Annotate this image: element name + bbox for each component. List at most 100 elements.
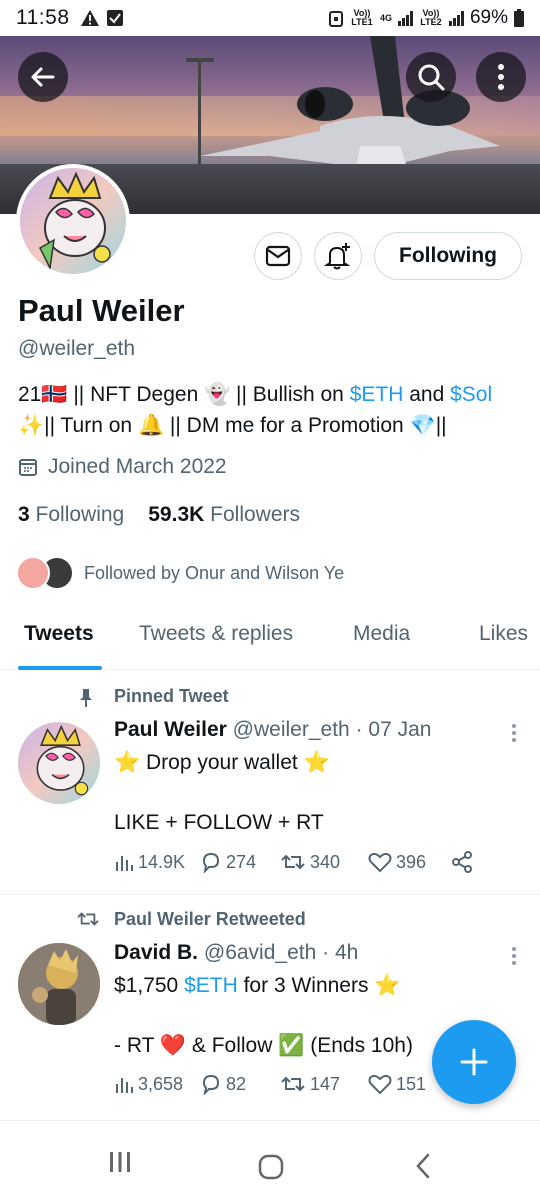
profile-bio: 21🇳🇴 || NFT Degen 👻 || Bullish on $ETH a… xyxy=(18,379,528,441)
views-button[interactable]: 14.9K xyxy=(114,852,200,873)
tweet-line: - RT ❤️ & Follow ✅ (Ends 10h) xyxy=(114,1034,413,1057)
join-date: Joined March 2022 xyxy=(18,455,227,479)
profile-name: Paul Weiler xyxy=(18,293,185,328)
tweet-line: ⭐ Drop your wallet ⭐ xyxy=(114,751,330,774)
sim1-label: Vo)) LTE1 xyxy=(351,8,373,27)
bio-cashtag-sol[interactable]: $Sol xyxy=(450,383,492,406)
following-count: 3 xyxy=(18,503,30,526)
retweet-icon xyxy=(281,854,305,870)
tweet-actions: 14.9K 274 340 396 xyxy=(114,850,474,874)
status-bar: 11:58 Vo)) LTE1 4G Vo)) LTE2 69% xyxy=(0,0,540,36)
tweet-time: · 07 Jan xyxy=(355,718,432,741)
retweet-count: 340 xyxy=(310,851,341,872)
tab-indicator xyxy=(18,666,102,670)
calendar-icon xyxy=(19,459,37,476)
compose-tweet-button[interactable] xyxy=(432,1020,516,1104)
message-button[interactable] xyxy=(254,232,302,280)
notifications-button[interactable] xyxy=(314,232,362,280)
retweet-count: 147 xyxy=(310,1073,341,1094)
recents-icon[interactable] xyxy=(108,1151,132,1173)
more-options-button[interactable] xyxy=(476,52,526,102)
tweet-line: LIKE + FOLLOW + RT xyxy=(114,811,324,834)
tab-tweets[interactable]: Tweets xyxy=(24,622,94,646)
home-icon[interactable] xyxy=(258,1154,284,1180)
share-icon xyxy=(452,851,472,873)
tweet-cashtag-eth[interactable]: $ETH xyxy=(184,974,238,997)
tweet-more-button[interactable] xyxy=(512,724,518,745)
profile-avatar[interactable] xyxy=(16,164,130,278)
following-label: Following xyxy=(35,503,125,526)
like-icon xyxy=(368,1074,392,1095)
reply-icon xyxy=(202,852,220,873)
tweet-context: Pinned Tweet xyxy=(114,686,229,706)
nft-avatar-image xyxy=(18,943,100,1025)
tab-media[interactable]: Media xyxy=(353,622,410,646)
bio-cashtag-eth[interactable]: $ETH xyxy=(350,383,404,406)
tweet-header: David B. @6avid_eth · 4h xyxy=(114,941,358,965)
tweet-more-button[interactable] xyxy=(512,947,518,968)
reply-button[interactable]: 274 xyxy=(200,851,270,873)
bio-text: 21🇳🇴 || NFT Degen 👻 || Bullish on xyxy=(18,383,350,406)
battery-icon xyxy=(514,9,524,27)
nft-avatar-image xyxy=(18,722,100,804)
followed-by-text: Followed by Onur and Wilson Ye xyxy=(84,562,345,583)
reply-button[interactable]: 82 xyxy=(200,1073,270,1095)
views-button[interactable]: 3,658 xyxy=(114,1074,200,1095)
following-button[interactable]: Following xyxy=(374,232,522,280)
share-button[interactable] xyxy=(450,850,474,874)
avatar[interactable] xyxy=(18,943,100,1025)
avatar[interactable] xyxy=(18,722,100,804)
views-icon xyxy=(116,856,133,871)
tweet[interactable]: Pinned Tweet Paul Weiler @weiler_eth · 0… xyxy=(0,672,540,894)
more-vertical-icon xyxy=(498,64,504,90)
search-button[interactable] xyxy=(406,52,456,102)
tweet-author-handle: @weiler_eth xyxy=(232,718,350,741)
like-count: 396 xyxy=(396,851,427,872)
following-link[interactable]: 3 Following xyxy=(18,503,124,527)
followers-count: 59.3K xyxy=(148,503,205,526)
reply-count: 274 xyxy=(226,851,257,872)
retweet-icon xyxy=(281,1076,305,1092)
retweet-icon xyxy=(77,912,99,926)
back-button[interactable] xyxy=(18,52,68,102)
tweet-line: for 3 Winners ⭐ xyxy=(237,974,401,997)
views-count: 3,658 xyxy=(138,1073,184,1094)
follow-counts: 3 Following 59.3K Followers xyxy=(18,503,300,527)
tweet-context: Paul Weiler Retweeted xyxy=(114,909,306,929)
signal2-icon xyxy=(448,10,464,26)
like-button[interactable]: 396 xyxy=(368,851,450,873)
tweet-author-name[interactable]: David B. xyxy=(114,941,198,964)
network-type: 4G xyxy=(379,12,392,23)
pin-icon xyxy=(80,689,92,707)
bio-text: and xyxy=(403,383,451,406)
system-nav-bar xyxy=(0,1120,540,1200)
tweet-line: $1,750 xyxy=(114,974,185,997)
tab-tweets-replies[interactable]: Tweets & replies xyxy=(139,622,293,646)
reply-count: 82 xyxy=(226,1073,247,1094)
profile-tabs: Tweets Tweets & replies Media Likes xyxy=(0,606,540,670)
back-nav-icon[interactable] xyxy=(414,1153,432,1179)
followed-by[interactable]: Followed by Onur and Wilson Ye xyxy=(16,556,344,590)
like-count: 151 xyxy=(396,1073,427,1094)
nft-avatar-image xyxy=(20,168,126,274)
search-icon xyxy=(418,64,445,91)
mail-icon xyxy=(265,245,291,267)
views-icon xyxy=(116,1078,133,1093)
profile-handle: @weiler_eth xyxy=(18,337,136,360)
retweet-button[interactable]: 340 xyxy=(280,851,362,873)
bell-plus-icon xyxy=(323,243,351,270)
followers-link[interactable]: 59.3K Followers xyxy=(148,503,300,527)
compose-plus-icon xyxy=(460,1048,488,1076)
followers-label: Followers xyxy=(210,503,300,526)
warning-icon xyxy=(80,10,99,26)
tweet-author-name[interactable]: Paul Weiler xyxy=(114,718,227,741)
battery-percent: 69% xyxy=(469,7,508,28)
signal1-icon xyxy=(397,10,413,26)
tweet-text: ⭐ Drop your wallet ⭐ LIKE + FOLLOW + RT xyxy=(114,748,474,838)
tab-likes[interactable]: Likes xyxy=(479,622,528,646)
tweet-text: $1,750 $ETH for 3 Winners ⭐ - RT ❤️ & Fo… xyxy=(114,971,444,1061)
join-date-text: Joined March 2022 xyxy=(48,455,227,478)
retweet-button[interactable]: 147 xyxy=(280,1073,362,1095)
like-icon xyxy=(368,852,392,873)
views-count: 14.9K xyxy=(138,851,186,872)
